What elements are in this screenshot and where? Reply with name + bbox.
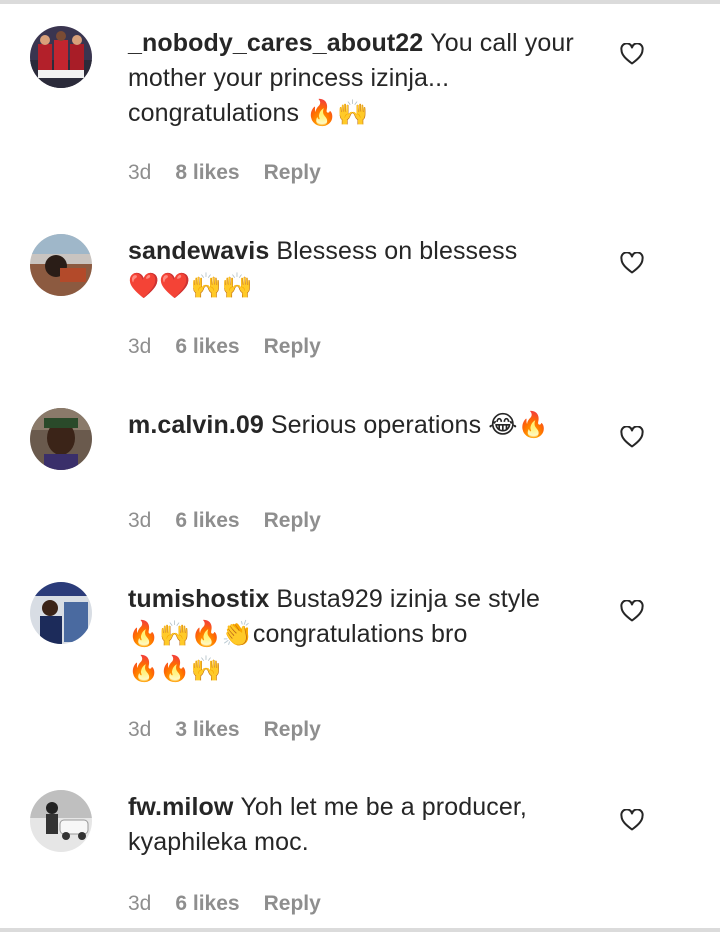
avatar[interactable] (30, 234, 92, 296)
comment-likes[interactable]: 6 likes (175, 892, 239, 915)
reply-button[interactable]: Reply (264, 509, 321, 532)
avatar-image (30, 234, 92, 296)
avatar-image (30, 790, 92, 852)
comment-likes[interactable]: 6 likes (175, 335, 239, 358)
avatar-image (30, 582, 92, 644)
comment-time: 3d (128, 892, 152, 915)
comment-emoji: 😂🔥 (488, 411, 549, 439)
comment-username[interactable]: _nobody_cares_about22 (128, 29, 423, 57)
comment-body: tumishostix Busta929 izinja se style 🔥🙌🔥👏… (128, 582, 598, 687)
comment-text: congratulations bro (252, 620, 468, 648)
comment-emoji: 🔥🔥🙌 (128, 655, 222, 683)
comment-meta: 3d 6 likes Reply (128, 334, 345, 360)
comment-username[interactable]: fw.milow (128, 793, 233, 821)
avatar-image (30, 408, 92, 470)
comment-username[interactable]: tumishostix (128, 585, 269, 613)
top-divider (0, 0, 720, 4)
comment-username[interactable]: sandewavis (128, 237, 269, 265)
heart-outline-icon[interactable] (620, 43, 644, 65)
comment-time: 3d (128, 718, 152, 741)
comment-emoji: 🔥🙌🔥👏 (128, 620, 253, 648)
comment-text: Serious operations (270, 411, 482, 439)
comment-likes[interactable]: 8 likes (175, 161, 239, 184)
comment-emoji: 🔥🙌 (306, 99, 369, 127)
comment-meta: 3d 8 likes Reply (128, 160, 345, 186)
avatar[interactable] (30, 790, 92, 852)
reply-button[interactable]: Reply (264, 718, 321, 741)
avatar[interactable] (30, 26, 92, 88)
reply-button[interactable]: Reply (264, 161, 321, 184)
comment-body: fw.milow Yoh let me be a producer, kyaphi… (128, 790, 598, 860)
comment-body: _nobody_cares_about22 You call your mothe… (128, 26, 598, 131)
comment-time: 3d (128, 335, 152, 358)
avatar-image (30, 26, 92, 88)
comment-body: sandewavis Blessess on blessess ❤️❤️🙌🙌 (128, 234, 598, 304)
comment-likes[interactable]: 6 likes (175, 509, 239, 532)
heart-outline-icon[interactable] (620, 426, 644, 448)
comment-meta: 3d 3 likes Reply (128, 717, 345, 743)
bottom-divider (0, 928, 720, 932)
comment-emoji: ❤️❤️🙌🙌 (128, 272, 253, 300)
reply-button[interactable]: Reply (264, 335, 321, 358)
comment-username[interactable]: m.calvin.09 (128, 411, 264, 439)
comment-likes[interactable]: 3 likes (175, 718, 239, 741)
comment-meta: 3d 6 likes Reply (128, 508, 345, 534)
comment-meta: 3d 6 likes Reply (128, 891, 345, 917)
heart-outline-icon[interactable] (620, 600, 644, 622)
comment-body: m.calvin.09 Serious operations 😂🔥 (128, 408, 598, 443)
heart-outline-icon[interactable] (620, 252, 644, 274)
comment-text: Blessess on blessess (276, 237, 518, 265)
reply-button[interactable]: Reply (264, 892, 321, 915)
comment-time: 3d (128, 161, 152, 184)
comment-time: 3d (128, 509, 152, 532)
comment-text: Busta929 izinja se style (276, 585, 541, 613)
avatar[interactable] (30, 582, 92, 644)
avatar[interactable] (30, 408, 92, 470)
heart-outline-icon[interactable] (620, 809, 644, 831)
